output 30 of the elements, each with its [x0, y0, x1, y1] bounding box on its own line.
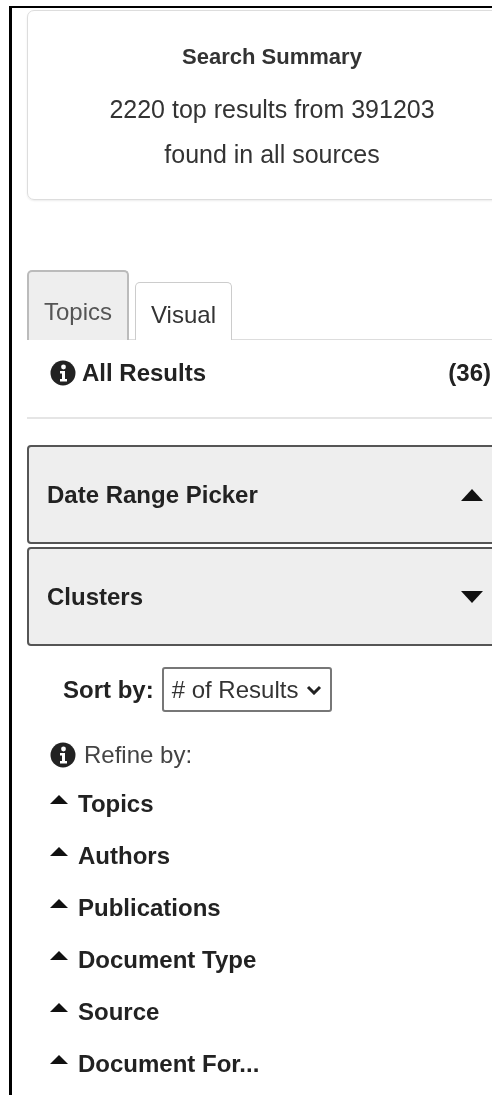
info-icon	[50, 742, 76, 768]
caret-up-icon	[50, 898, 68, 908]
caret-up-icon	[50, 1054, 68, 1064]
tab[interactable]: Visual	[135, 282, 232, 340]
tab[interactable]: Topics	[27, 270, 130, 340]
panel-header[interactable]: Date Range Picker	[27, 445, 492, 544]
panel-header[interactable]: Clusters	[27, 547, 492, 646]
sort-dropdown[interactable]: # of Results	[161, 667, 333, 712]
summary-text: 2220 top results from 391203 found in all sources	[108, 94, 436, 170]
caret-down-icon	[461, 590, 483, 603]
facet-toggle[interactable]: Authors	[50, 830, 492, 882]
facet-toggle[interactable]: Document For...	[50, 1038, 492, 1090]
panel-title: Clusters	[47, 582, 144, 611]
sort-label: Sort by:	[63, 675, 154, 704]
caret-up-icon	[461, 488, 483, 501]
facet-toggle[interactable]: Publications	[50, 882, 492, 934]
result-count: (36)	[448, 358, 491, 387]
info-icon	[50, 359, 76, 386]
caret-up-icon	[50, 794, 68, 804]
caret-up-icon	[50, 846, 68, 856]
summary-title: Search Summary	[182, 44, 362, 70]
refine-label: Refine by:	[84, 741, 193, 769]
facet-toggle[interactable]: Source	[50, 986, 492, 1038]
facet-toggle[interactable]: Topics	[50, 778, 492, 830]
panel-title: Date Range Picker	[47, 480, 258, 509]
facet-toggle[interactable]: Document Type	[50, 934, 492, 986]
caret-up-icon	[50, 950, 68, 960]
chevron-down-icon	[306, 684, 323, 695]
all-results-link[interactable]: All Results	[82, 358, 207, 387]
caret-up-icon	[50, 1002, 68, 1012]
